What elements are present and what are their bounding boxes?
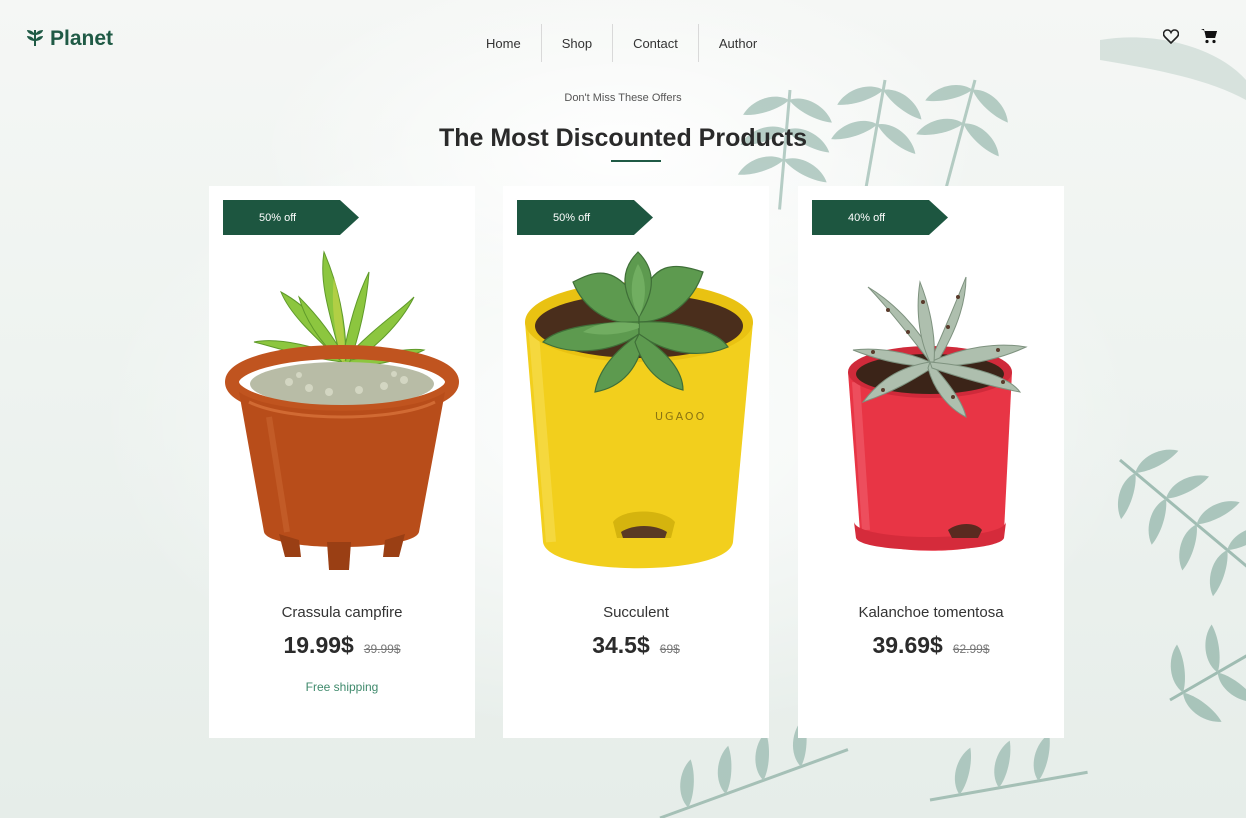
nav-contact[interactable]: Contact [613,24,698,62]
section-title: The Most Discounted Products [438,124,808,152]
leaf-icon [26,26,44,52]
product-name[interactable]: Kalanchoe tomentosa [798,604,1064,621]
product-image-kalanchoe [848,276,1028,551]
nav-home[interactable]: Home [466,24,541,62]
cart-icon[interactable] [1201,28,1218,44]
header-actions [1163,28,1218,44]
discount-badge: 50% off [517,200,653,235]
product-card[interactable]: 50% off UGAOO Succulent 34.5$ 69$ [503,186,769,738]
product-card[interactable]: 40% off Kalanchoe tomentosa 39.69$ 62.99… [798,186,1064,738]
product-price: 39.69$ [872,632,943,658]
original-price: 69$ [659,642,680,656]
price-row: 19.99$ 39.99$ [209,632,475,659]
discount-badge: 50% off [223,200,359,235]
title-underline [611,160,661,162]
nav-author[interactable]: Author [699,24,777,62]
original-price: 39.99$ [363,642,401,656]
product-card[interactable]: 50% off Crassula campfire 19.99$ 39.99$ … [209,186,475,738]
price-row: 34.5$ 69$ [503,632,769,659]
main-nav: Home Shop Contact Author [466,24,777,62]
product-image-crassula [225,250,459,570]
discount-badge: 40% off [812,200,948,235]
shipping-note: Free shipping [305,680,379,694]
product-name[interactable]: Crassula campfire [209,604,475,621]
product-name[interactable]: Succulent [503,604,769,621]
brand-name: Planet [50,27,114,50]
brand-logo[interactable]: Planet [26,26,113,52]
nav-shop[interactable]: Shop [542,24,612,62]
product-image-succulent: UGAOO [525,251,753,569]
section-kicker: Don't Miss These Offers [564,92,682,104]
product-price: 34.5$ [592,632,650,658]
top-navbar: Planet Home Shop Contact Author [0,0,1246,80]
original-price: 62.99$ [952,642,990,656]
price-row: 39.69$ 62.99$ [798,632,1064,659]
pot-brand-text: UGAOO [655,410,706,423]
heart-icon[interactable] [1163,28,1179,44]
product-price: 19.99$ [283,632,354,658]
